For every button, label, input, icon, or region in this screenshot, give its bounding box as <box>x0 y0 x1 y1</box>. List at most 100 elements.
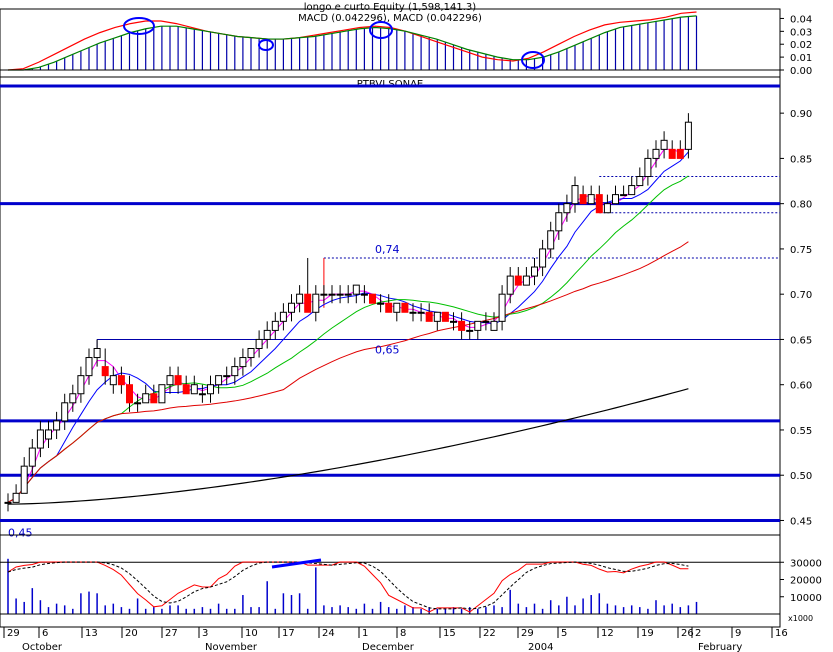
candle-body <box>93 347 101 359</box>
candle-body <box>603 203 611 214</box>
candle-body <box>45 429 52 440</box>
price-tick-label: 0.45 <box>790 516 812 527</box>
candle-body <box>150 393 158 404</box>
price-tick-label: 0.60 <box>790 381 812 392</box>
moving-average-line <box>7 388 689 505</box>
volume-panel: 30000 20000 10000 x1000 <box>0 534 822 628</box>
candle-body <box>441 311 449 322</box>
candle-body <box>498 293 506 322</box>
candle-body <box>215 375 223 386</box>
price-annotation: 0,65 <box>375 343 400 356</box>
macd-tick-label: 0.00 <box>790 66 812 77</box>
divergence-line <box>271 558 322 569</box>
candle-body <box>117 375 125 386</box>
price-annotations: 0,45 0,65 0,74 <box>8 243 400 539</box>
stochastic-lines <box>7 561 689 613</box>
candle-body <box>134 402 142 405</box>
candle-body <box>522 275 530 286</box>
candle-body <box>336 293 344 296</box>
candle-body <box>271 320 279 331</box>
candle-body <box>458 320 466 331</box>
x-day-label: 5 <box>561 628 567 639</box>
volume-tick-label: 30000 <box>790 558 822 569</box>
price-tick-label: 0.70 <box>790 290 812 301</box>
candle-body <box>312 293 320 313</box>
x-day-label: 29 <box>7 628 20 639</box>
candle-body <box>53 420 61 431</box>
candle-body <box>77 375 85 395</box>
x-day-label: 29 <box>521 628 534 639</box>
x-day-label: 6 <box>42 628 48 639</box>
price-tick-label: 0.85 <box>790 154 812 165</box>
candle-body <box>296 293 304 304</box>
x-day-label: 13 <box>85 628 98 639</box>
x-month-label: 2004 <box>528 642 553 652</box>
candle-body <box>344 293 352 296</box>
x-day-label: 22 <box>483 628 496 639</box>
macd-panel: longo e curto Equity (1,598,141.3) MACD … <box>0 2 812 78</box>
price-tick-label: 0.90 <box>790 109 812 120</box>
candle-body <box>628 185 636 196</box>
price-panel: PTBVI.SONAE 0.900.850.800.750.700.650.60… <box>0 76 812 539</box>
stock-chart: longo e curto Equity (1,598,141.3) MACD … <box>0 2 822 652</box>
x-day-label: 3 <box>202 628 208 639</box>
candle-body <box>207 384 214 395</box>
candle-body <box>255 338 263 349</box>
candle-body <box>547 230 555 250</box>
x-day-label: 8 <box>400 628 406 639</box>
x-day-label: 15 <box>443 628 456 639</box>
candle-body <box>620 194 628 197</box>
candle-body <box>61 402 69 422</box>
candle-body <box>126 384 133 404</box>
candle-body <box>36 429 44 449</box>
volume-tick-label: 10000 <box>790 593 822 604</box>
candle-body <box>450 320 457 323</box>
macd-tick-label: 0.01 <box>790 53 812 64</box>
x-day-label: 27 <box>165 628 178 639</box>
candle-body <box>466 329 474 332</box>
candle-body <box>660 139 668 150</box>
candle-body <box>563 203 571 214</box>
candle-body <box>239 357 247 368</box>
price-annotation: 0,45 <box>8 526 33 539</box>
indicator-title: longo e curto Equity (1,598,141.3) <box>304 2 477 13</box>
candle-body <box>101 366 109 377</box>
candle-body <box>182 384 190 395</box>
x-month-label: February <box>698 642 742 652</box>
stochastic-line <box>7 561 689 613</box>
candle-body <box>393 302 401 313</box>
candle-body <box>231 366 239 377</box>
x-day-label: 1 <box>362 628 368 639</box>
candle-body <box>12 492 20 503</box>
x-month-label: December <box>362 642 415 652</box>
candle-body <box>4 501 12 504</box>
candle-body <box>676 148 684 159</box>
candle-body <box>223 375 231 378</box>
x-day-label: 20 <box>125 628 138 639</box>
volume-bars <box>0 558 780 615</box>
candle-body <box>644 157 652 178</box>
macd-y-axis: 0.04 0.03 0.02 0.01 0.00 <box>780 14 812 77</box>
price-tick-label: 0.55 <box>790 426 812 437</box>
price-tick-label: 0.75 <box>790 245 812 256</box>
x-day-label: 10 <box>245 628 258 639</box>
candle-body <box>539 248 547 268</box>
candle-body <box>174 375 182 386</box>
price-tick-label: 0.80 <box>790 200 812 211</box>
x-axis: 29 6 13 20 27 3 10 17 24 1 8 15 22 29 5 12 19 26 2 9 16Octob… <box>0 626 788 652</box>
x-day-label: 2 <box>695 628 701 639</box>
price-tick-label: 0.50 <box>790 471 812 482</box>
candle-body <box>579 194 587 205</box>
candle-body <box>369 293 376 304</box>
x-day-label: 9 <box>735 628 741 639</box>
candle-body <box>595 194 603 214</box>
candle-body <box>304 293 312 313</box>
candle-body <box>612 194 619 205</box>
candle-body <box>385 302 393 313</box>
candle-body <box>684 121 692 150</box>
x-day-label: 17 <box>282 628 295 639</box>
candle-body <box>425 311 433 322</box>
candle-body <box>636 176 644 187</box>
candle-body <box>531 266 538 277</box>
moving-average-line <box>7 241 689 503</box>
